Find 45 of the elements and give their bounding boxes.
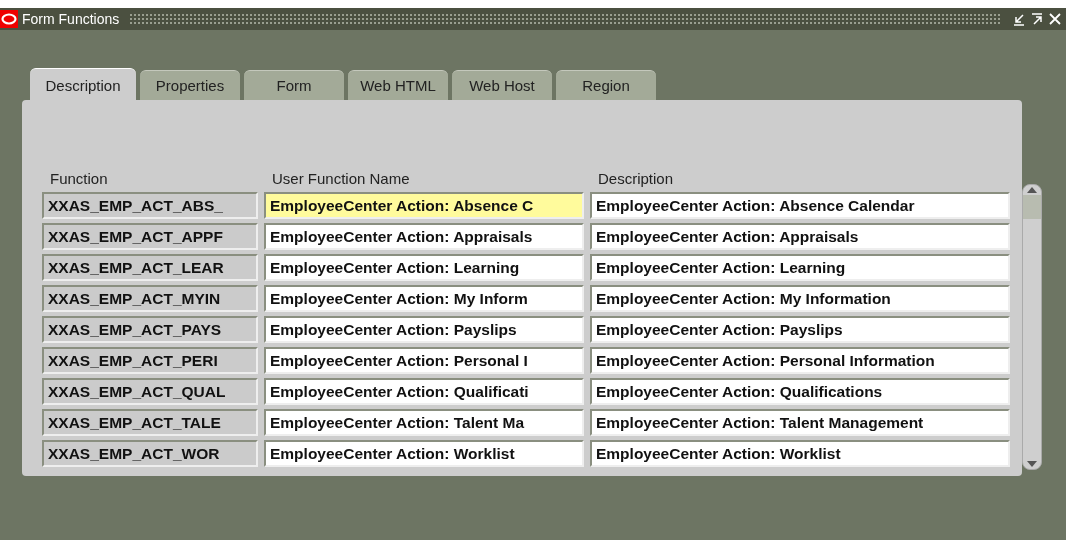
down-arrow-icon[interactable] bbox=[1026, 459, 1038, 469]
input-field[interactable]: EmployeeCenter Action: Learning bbox=[264, 254, 584, 281]
column-header: Description bbox=[597, 170, 675, 188]
tab[interactable]: Web HTML bbox=[348, 70, 448, 100]
input-field[interactable]: EmployeeCenter Action: My Inform bbox=[264, 285, 584, 312]
input-field[interactable]: EmployeeCenter Action: My Information bbox=[590, 285, 1010, 312]
app-logo-icon bbox=[0, 10, 18, 28]
input-field[interactable]: EmployeeCenter Action: Qualifications bbox=[590, 378, 1010, 405]
scrollbar-thumb[interactable] bbox=[1023, 195, 1041, 219]
input-field[interactable]: EmployeeCenter Action: Appraisals bbox=[264, 223, 584, 250]
input-field[interactable]: EmployeeCenter Action: Talent Ma bbox=[264, 409, 584, 436]
maximize-icon[interactable] bbox=[1030, 12, 1044, 26]
input-field[interactable]: XXAS_EMP_ACT_ABS_ bbox=[42, 192, 258, 219]
input-field[interactable]: XXAS_EMP_ACT_TALE bbox=[42, 409, 258, 436]
input-field[interactable]: EmployeeCenter Action: Appraisals bbox=[590, 223, 1010, 250]
input-field[interactable]: XXAS_EMP_ACT_QUAL bbox=[42, 378, 258, 405]
input-field[interactable]: EmployeeCenter Action: Learning bbox=[590, 254, 1010, 281]
scrollbar[interactable] bbox=[1022, 184, 1042, 470]
input-field[interactable]: EmployeeCenter Action: Worklist bbox=[264, 440, 584, 467]
input-field[interactable]: XXAS_EMP_ACT_MYIN bbox=[42, 285, 258, 312]
tab[interactable]: Form bbox=[244, 70, 344, 100]
tab[interactable]: Properties bbox=[140, 70, 240, 100]
up-arrow-icon[interactable] bbox=[1026, 185, 1038, 195]
tab[interactable]: Web Host bbox=[452, 70, 552, 100]
column-header: User Function Name bbox=[271, 170, 411, 188]
input-field[interactable]: EmployeeCenter Action: Worklist bbox=[590, 440, 1010, 467]
input-field[interactable]: EmployeeCenter Action: Payslips bbox=[264, 316, 584, 343]
input-field[interactable]: XXAS_EMP_ACT_PAYS bbox=[42, 316, 258, 343]
input-field[interactable]: EmployeeCenter Action: Talent Management bbox=[590, 409, 1010, 436]
input-field[interactable]: EmployeeCenter Action: Absence C bbox=[264, 192, 584, 219]
input-field[interactable]: EmployeeCenter Action: Personal I bbox=[264, 347, 584, 374]
input-field[interactable]: EmployeeCenter Action: Payslips bbox=[590, 316, 1010, 343]
input-field[interactable]: EmployeeCenter Action: Personal Information bbox=[590, 347, 1010, 374]
tab[interactable]: Description bbox=[30, 68, 136, 102]
close-icon[interactable] bbox=[1048, 12, 1062, 26]
input-field[interactable]: EmployeeCenter Action: Qualificati bbox=[264, 378, 584, 405]
input-field[interactable]: EmployeeCenter Action: Absence Calendar bbox=[590, 192, 1010, 219]
minimize-icon[interactable] bbox=[1012, 12, 1026, 26]
input-field[interactable]: XXAS_EMP_ACT_WOR bbox=[42, 440, 258, 467]
tab[interactable]: Region bbox=[556, 70, 656, 100]
column-header: Function bbox=[49, 170, 109, 188]
input-field[interactable]: XXAS_EMP_ACT_APPF bbox=[42, 223, 258, 250]
window-title: Form Functions bbox=[22, 11, 120, 27]
input-field[interactable]: XXAS_EMP_ACT_LEAR bbox=[42, 254, 258, 281]
input-field[interactable]: XXAS_EMP_ACT_PERI bbox=[42, 347, 258, 374]
